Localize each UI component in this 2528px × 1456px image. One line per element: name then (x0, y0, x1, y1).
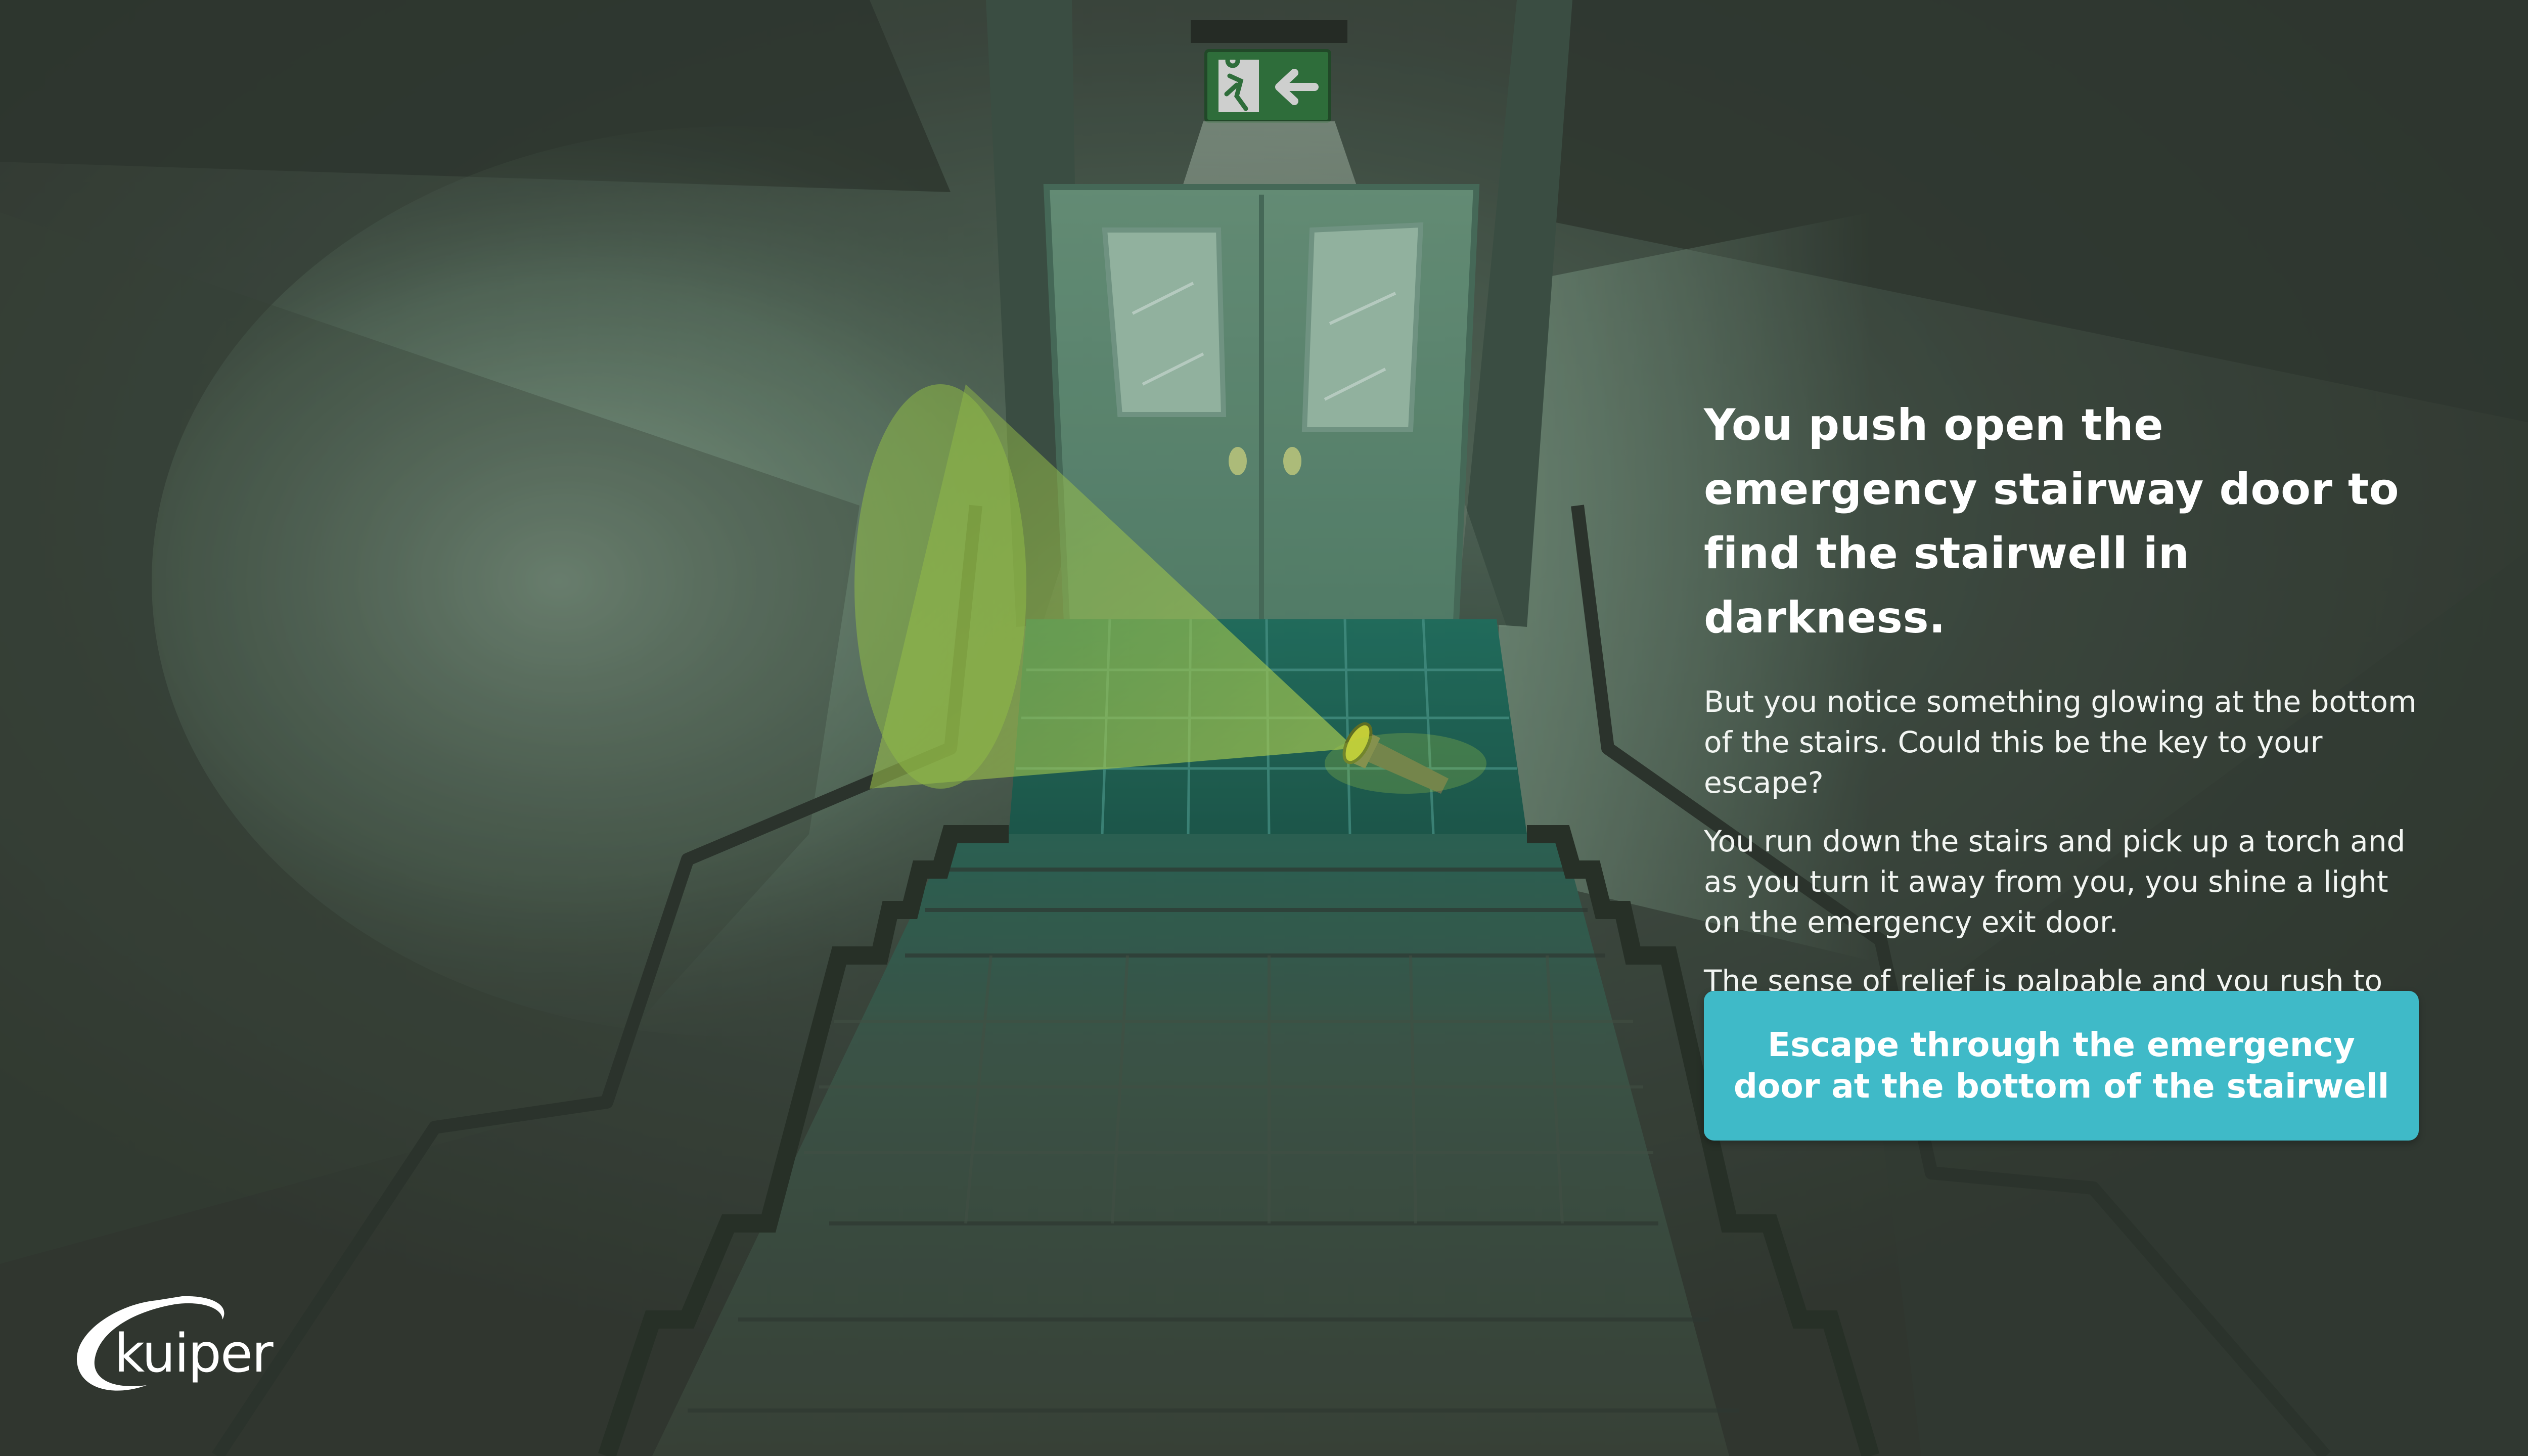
kuiper-logo: kuiper (71, 1284, 283, 1400)
story-panel: You push open the emergency stairway doo… (1704, 393, 2427, 1060)
story-paragraph: You run down the stairs and pick up a to… (1704, 824, 2406, 939)
escape-choice-button[interactable]: Escape through the emergency door at the… (1704, 991, 2419, 1141)
story-paragraph: But you notice something glowing at the … (1704, 685, 2417, 800)
choice-label: Escape through the emergency door at the… (1733, 1025, 2389, 1106)
game-screen: You push open the emergency stairway doo… (0, 0, 2528, 1456)
logo-text: kuiper (114, 1323, 274, 1384)
story-title: You push open the emergency stairway doo… (1704, 400, 2400, 643)
